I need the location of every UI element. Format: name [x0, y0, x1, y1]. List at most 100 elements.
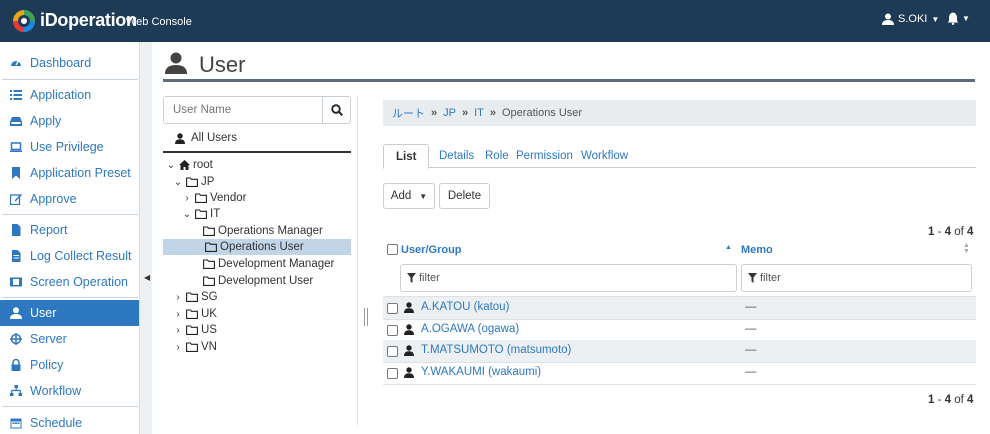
tree-node-development-manager[interactable]: Development Manager: [203, 256, 334, 272]
delete-button-label: Delete: [447, 190, 482, 202]
sidebar-item-policy[interactable]: Policy: [0, 352, 139, 378]
tab-workflow[interactable]: Workflow: [581, 144, 628, 168]
tree-node-label: SG: [201, 291, 218, 303]
search-button[interactable]: [322, 97, 350, 123]
tree-node-label: Operations Manager: [218, 225, 323, 237]
folder-icon: [203, 276, 215, 286]
user-name-link[interactable]: A.OGAWA (ogawa): [421, 323, 519, 335]
tab-details[interactable]: Details: [439, 144, 474, 168]
user-name-link[interactable]: A.KATOU (katou): [421, 301, 509, 313]
tree-node-vendor[interactable]: › Vendor: [182, 190, 246, 206]
sort-ascending-icon[interactable]: ▲: [725, 244, 732, 251]
chevron-right-icon[interactable]: ›: [173, 309, 183, 320]
folder-icon: [186, 177, 198, 187]
filter-icon: [407, 273, 416, 283]
tab-list[interactable]: List: [383, 144, 430, 169]
column-header-memo[interactable]: Memo: [741, 244, 773, 256]
sidebar-item-dashboard[interactable]: Dashboard: [0, 50, 139, 76]
tree-node-us[interactable]: › US: [173, 322, 217, 338]
sidebar-item-screen-operation[interactable]: Screen Operation: [0, 269, 139, 295]
sidebar-item-schedule[interactable]: Schedule: [0, 410, 139, 434]
user-icon: [404, 345, 414, 356]
user-search-box: [163, 96, 351, 124]
caret-down-icon: ▼: [931, 14, 940, 24]
table-row[interactable]: Y.WAKAUMI (wakaumi) —: [383, 362, 976, 384]
panel-splitter[interactable]: [357, 96, 371, 426]
sidebar-item-workflow[interactable]: Workflow: [0, 378, 139, 404]
chevron-right-icon[interactable]: ›: [173, 292, 183, 303]
folder-icon: [203, 259, 215, 269]
sidebar-item-server[interactable]: Server: [0, 326, 139, 352]
chevron-down-icon[interactable]: ⌄: [182, 209, 192, 220]
tree-node-root[interactable]: ⌄ root: [166, 157, 213, 173]
sidebar-item-label: Dashboard: [30, 56, 92, 70]
brand-subtitle: Web Console: [126, 16, 192, 28]
tree-node-label: Development User: [218, 275, 314, 287]
chevron-right-icon[interactable]: ›: [173, 342, 183, 353]
sidebar-collapse-strip[interactable]: [140, 42, 152, 434]
breadcrumb-item[interactable]: ルート: [392, 105, 425, 121]
pager-dash: -: [934, 394, 945, 406]
add-button[interactable]: Add ▼: [383, 183, 435, 209]
delete-button[interactable]: Delete: [439, 183, 490, 209]
tree-node-development-user[interactable]: Development User: [203, 273, 313, 289]
folder-icon: [205, 242, 217, 252]
breadcrumb-item[interactable]: IT: [474, 107, 484, 119]
sidebar-item-label: Schedule: [30, 416, 83, 430]
sidebar-item-apply[interactable]: Apply: [0, 108, 139, 134]
row-checkbox[interactable]: [387, 303, 398, 314]
sidebar: Dashboard Application Apply Use Privileg…: [0, 42, 140, 434]
user-name-link[interactable]: T.MATSUMOTO (matsumoto): [421, 344, 571, 356]
tree-node-jp[interactable]: ⌄ JP: [173, 174, 215, 190]
tree-node-it[interactable]: ⌄ IT: [182, 206, 220, 222]
sidebar-item-log-collect-result[interactable]: Log Collect Result: [0, 243, 139, 269]
sidebar-item-report[interactable]: Report: [0, 217, 139, 243]
row-checkbox[interactable]: [387, 368, 398, 379]
tree-divider: [163, 151, 351, 153]
tree-node-operations-manager[interactable]: Operations Manager: [203, 223, 323, 239]
notifications-button[interactable]: ▼: [947, 12, 970, 25]
user-search-input[interactable]: [164, 97, 322, 123]
tab-permission[interactable]: Permission: [516, 144, 573, 168]
sidebar-item-user[interactable]: User: [0, 300, 139, 326]
collapse-left-icon[interactable]: ◀: [144, 273, 150, 282]
tree-node-label: Operations User: [220, 241, 304, 253]
sidebar-item-application[interactable]: Application: [0, 82, 139, 108]
film-icon: [10, 276, 22, 288]
select-all-checkbox[interactable]: [387, 244, 398, 255]
tree-node-sg[interactable]: › SG: [173, 289, 218, 305]
tree-node-uk[interactable]: › UK: [173, 306, 217, 322]
sidebar-item-use-privilege[interactable]: Use Privilege: [0, 134, 139, 160]
table-row[interactable]: T.MATSUMOTO (matsumoto) —: [383, 340, 976, 362]
table-row[interactable]: A.OGAWA (ogawa) —: [383, 319, 976, 341]
user-group-filter[interactable]: filter: [400, 264, 737, 292]
sort-icon[interactable]: ▲ ▼: [963, 242, 970, 255]
sidebar-item-label: Approve: [30, 192, 77, 206]
page-title: User: [199, 52, 246, 77]
user-menu[interactable]: S.OKI ▼: [882, 13, 939, 25]
column-header-user-group[interactable]: User/Group: [401, 244, 462, 256]
folder-icon: [186, 325, 198, 335]
all-users-link[interactable]: All Users: [175, 132, 237, 144]
row-divider: [383, 384, 976, 385]
row-checkbox[interactable]: [387, 346, 398, 357]
chevron-down-icon[interactable]: ⌄: [166, 160, 176, 171]
memo-filter[interactable]: filter: [741, 264, 972, 292]
drag-handle-icon[interactable]: [364, 308, 368, 326]
file-icon: [10, 224, 22, 236]
filter-placeholder: filter: [760, 272, 781, 284]
table-row[interactable]: A.KATOU (katou) —: [383, 297, 976, 319]
chevron-right-icon[interactable]: ›: [182, 193, 192, 204]
tree-node-operations-user[interactable]: Operations User: [163, 239, 351, 255]
chevron-right-icon[interactable]: ›: [173, 325, 183, 336]
breadcrumb-current: Operations User: [502, 107, 583, 119]
row-checkbox[interactable]: [387, 325, 398, 336]
chevron-down-icon[interactable]: ⌄: [173, 177, 183, 188]
tree-node-vn[interactable]: › VN: [173, 339, 217, 355]
tab-role[interactable]: Role: [485, 144, 509, 168]
tab-bar: List Details Role Permission Workflow: [383, 144, 976, 169]
user-name-link[interactable]: Y.WAKAUMI (wakaumi): [421, 366, 541, 378]
sidebar-item-application-preset[interactable]: Application Preset: [0, 160, 139, 186]
sidebar-item-approve[interactable]: Approve: [0, 186, 139, 212]
breadcrumb-item[interactable]: JP: [443, 107, 456, 119]
